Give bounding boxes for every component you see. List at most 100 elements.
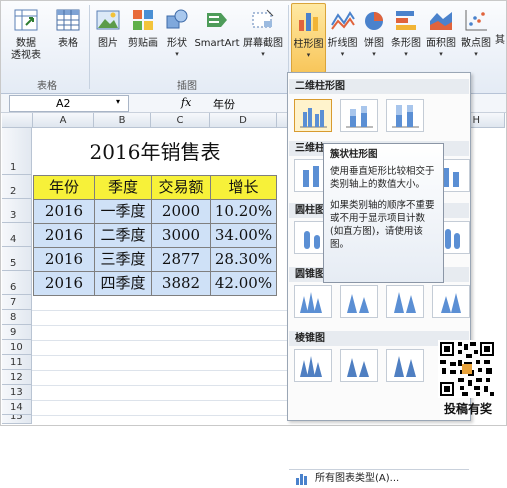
clip-art-icon [133,10,153,30]
column-header-d[interactable]: D [210,113,277,128]
qr-code-icon [438,340,496,398]
line-chart-button[interactable]: 折线图 ▾ [326,7,359,58]
cone-option-1[interactable] [294,285,332,318]
table-cell[interactable]: 10.20% [210,199,277,224]
pyramid-icon [394,356,416,377]
pie-chart-button[interactable]: 饼图 ▾ [360,7,388,58]
name-box[interactable]: A2 ▾ [9,95,129,112]
table-cell[interactable]: 2000 [151,199,211,224]
cone-option-3[interactable] [386,285,424,318]
chart-tooltip: 簇状柱形图 使用垂直矩形比较相交于类别轴上的数值大小。 如果类别轴的顺序不重要或… [323,143,444,283]
column-chart-button[interactable]: 柱形图 ▾ [291,3,326,73]
pyramid-icon [347,358,369,377]
table-button[interactable]: 表格 [51,7,85,50]
row-header-8[interactable]: 8 [2,310,32,325]
area-chart-button[interactable]: 面积图 ▾ [424,7,458,58]
stacked-column-icon [346,106,373,128]
table-cell[interactable]: 42.00% [210,271,277,296]
function-icon[interactable]: fx [181,96,191,109]
row-header-15[interactable]: 15 [2,415,32,424]
header-cell-amount[interactable]: 交易额 [151,175,211,200]
sheet-title[interactable]: 2016年销售表 [33,130,277,175]
header-cell-growth[interactable]: 增长 [210,175,277,200]
table-cell[interactable]: 三季度 [94,247,152,272]
picture-icon [96,10,120,30]
group-separator [89,5,90,89]
formula-content[interactable]: 年份 [213,96,235,112]
table-cell[interactable]: 四季度 [94,271,152,296]
row-header-10[interactable]: 10 [2,340,32,355]
cone-option-4[interactable] [432,285,470,318]
clustered-column-icon [300,108,327,128]
pie-chart-icon [365,12,383,30]
table-cell[interactable]: 28.30% [210,247,277,272]
picture-button[interactable]: 图片 [93,7,123,50]
chevron-down-icon[interactable]: ▾ [116,97,120,106]
line-chart-icon [330,11,355,30]
row-header-4[interactable]: 4 [2,223,32,247]
row-header-7[interactable]: 7 [2,295,32,310]
pyramid-option-2[interactable] [340,349,378,382]
table-cell[interactable]: 2877 [151,247,211,272]
chart-types-icon [296,474,307,485]
all-chart-types-link[interactable]: 所有图表类型(A)... [289,469,469,488]
row-header-5[interactable]: 5 [2,247,32,271]
table-cell[interactable]: 2016 [33,271,95,296]
bar-chart-icon [396,11,416,30]
cone-icon [300,292,322,313]
table-cell[interactable]: 一季度 [94,199,152,224]
pivot-table-button[interactable]: 数据 透视表 [5,7,47,62]
row-header-2[interactable]: 2 [2,175,32,199]
table-cell[interactable]: 2016 [33,247,95,272]
row-header-11[interactable]: 11 [2,355,32,370]
shapes-icon [166,9,188,29]
stacked-column-option[interactable] [340,99,378,132]
pyramid-option-1[interactable] [294,349,332,382]
table-icon [56,9,80,31]
table-cell[interactable]: 二季度 [94,223,152,248]
tooltip-title: 簇状柱形图 [330,149,378,160]
cone-icon [441,293,461,313]
select-all-corner[interactable] [2,113,33,128]
clustered-column-option[interactable] [294,99,332,132]
row-header-9[interactable]: 9 [2,325,32,340]
header-cell-year[interactable]: 年份 [33,175,95,200]
cone-icon [347,294,369,313]
column-chart-icon [298,13,318,31]
row-header-14[interactable]: 14 [2,400,32,415]
shapes-button[interactable]: 形状 ▾ [161,7,193,58]
row-header-3[interactable]: 3 [2,199,32,223]
percent-stacked-column-option[interactable] [386,99,424,132]
bar-chart-button[interactable]: 条形图 ▾ [389,7,423,58]
screenshot-icon [252,9,274,28]
table-cell[interactable]: 2016 [33,223,95,248]
watermark-caption: 投稿有奖 [443,402,492,416]
table-cell[interactable]: 3000 [151,223,211,248]
table-cell[interactable]: 2016 [33,199,95,224]
column-header-a[interactable]: A [33,113,94,128]
clip-art-button[interactable]: 剪贴画 [125,7,161,50]
section-2d-column: 二维柱形图 [289,79,469,94]
scatter-chart-button[interactable]: 散点图 ▾ [459,7,493,58]
table-cell[interactable]: 3882 [151,271,211,296]
other-charts-button[interactable]: 其 [494,7,506,47]
pyramid-option-3[interactable] [386,349,424,382]
row-header-6[interactable]: 6 [2,271,32,295]
group-label-illustrations: 插图 [177,81,197,92]
smartart-icon [207,13,227,27]
table-cell[interactable]: 34.00% [210,223,277,248]
header-cell-quarter[interactable]: 季度 [94,175,152,200]
screenshot-button[interactable]: 屏幕截图 ▾ [241,7,285,58]
row-header-1[interactable]: 1 [2,128,32,175]
smartart-button[interactable]: SmartArt [194,7,240,50]
pyramid-icon [300,356,322,377]
cone-option-2[interactable] [340,285,378,318]
group-label-tables: 表格 [37,81,57,92]
percent-stacked-column-icon [392,105,419,128]
area-chart-icon [430,12,452,30]
column-header-c[interactable]: C [151,113,210,128]
column-header-b[interactable]: B [94,113,151,128]
tooltip-text: 使用垂直矩形比较相交于类别轴上的数值大小。 [330,166,435,190]
row-header-12[interactable]: 12 [2,370,32,385]
row-header-13[interactable]: 13 [2,385,32,400]
